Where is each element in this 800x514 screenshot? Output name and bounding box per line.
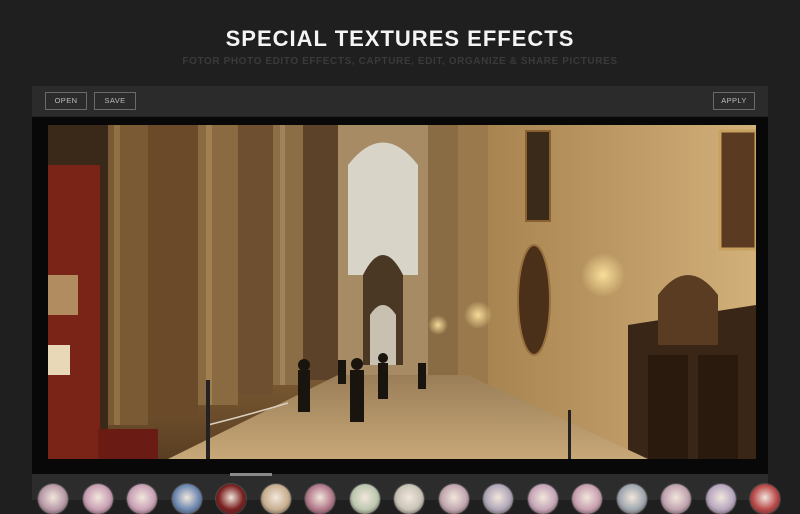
cathedral-photo-drawing [48, 125, 756, 459]
page-subtitle: FOTOR PHOTO EDITO EFFECTS, CAPTURE, EDIT… [182, 56, 618, 67]
open-button[interactable]: OPEN [45, 92, 87, 110]
effect-thumbnail[interactable] [705, 484, 736, 514]
effect-thumbnail[interactable] [527, 484, 558, 514]
effect-thumbnail[interactable] [438, 484, 469, 514]
effects-filmstrip [0, 476, 800, 514]
apply-button[interactable]: APPLY [713, 92, 755, 110]
app-window: OPEN SAVE APPLY [32, 86, 768, 500]
effect-thumbnail[interactable] [171, 484, 202, 514]
effect-thumbnail[interactable] [483, 484, 513, 514]
toolbar: OPEN SAVE APPLY [32, 86, 768, 117]
effect-thumbnail[interactable] [216, 484, 246, 514]
page-title: SPECIAL TEXTURES EFFECTS [225, 26, 575, 51]
effect-thumbnail[interactable] [572, 484, 602, 514]
effect-thumbnail[interactable] [750, 484, 780, 514]
effect-thumbnail[interactable] [305, 484, 335, 514]
effect-thumbnail[interactable] [82, 484, 113, 514]
save-button[interactable]: SAVE [94, 92, 136, 110]
effect-thumbnail[interactable] [394, 484, 424, 514]
effect-thumbnail[interactable] [616, 484, 647, 514]
canvas-area [32, 117, 768, 474]
effect-thumbnail[interactable] [38, 484, 68, 514]
effect-thumbnail[interactable] [349, 484, 380, 514]
effect-thumbnail[interactable] [127, 484, 157, 514]
cathedral-photo [48, 125, 756, 459]
effect-thumbnail[interactable] [260, 484, 291, 514]
effect-thumbnail[interactable] [661, 484, 691, 514]
